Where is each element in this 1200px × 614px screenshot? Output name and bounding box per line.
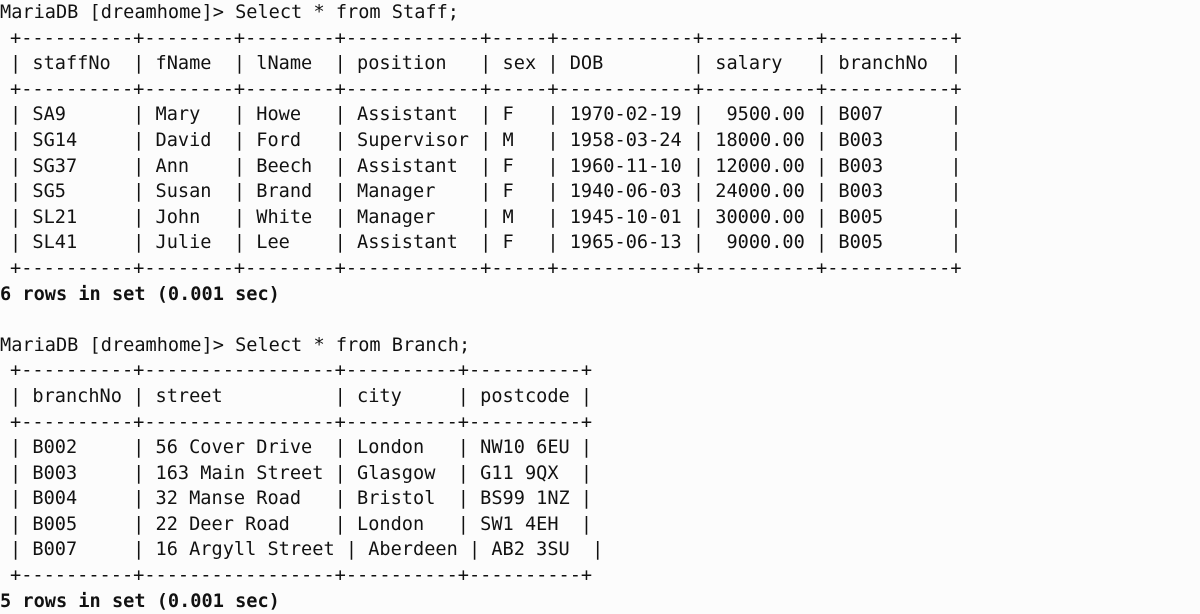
table-row: | SL41 | Julie | Lee | Assistant | F | 1… [10,232,962,254]
table-row: | SG5 | Susan | Brand | Manager | F | 19… [10,181,962,203]
table-header-row: | staffNo | fName | lName | position | s… [10,53,962,75]
command-prompt-line[interactable]: MariaDB [dreamhome]> Select * from Branc… [0,333,1200,359]
table-row: | B003 | 163 Main Street | Glasgow | G11… [10,462,593,484]
table-border-bottom: +----------+-----------------+----------… [10,565,593,587]
command-prompt-line[interactable]: MariaDB [dreamhome]> Select * from Staff… [0,0,1200,26]
terminal-window[interactable]: MariaDB [dreamhome]> Select * from Staff… [0,0,1200,612]
table-row: | SL21 | John | White | Manager | M | 19… [10,206,962,228]
table-border-header: +----------+--------+--------+----------… [10,78,962,100]
query-block: MariaDB [dreamhome]> Select * from Staff… [0,0,1200,333]
terminal-output: MariaDB [dreamhome]> Select * from Staff… [0,0,1200,614]
table-row: | SA9 | Mary | Howe | Assistant | F | 19… [10,104,962,126]
table-row: | B004 | 32 Manse Road | Bristol | BS99 … [10,488,593,510]
table-row: | B007 | 16 Argyll Street | Aberdeen | A… [10,539,604,561]
table-row: | B002 | 56 Cover Drive | London | NW10 … [10,437,593,459]
table-row: | SG14 | David | Ford | Supervisor | M |… [10,129,962,151]
query-block: MariaDB [dreamhome]> Select * from Branc… [0,333,1200,614]
table-border-header: +----------+-----------------+----------… [10,411,593,433]
table-border-top: +----------+-----------------+----------… [10,360,593,382]
table-border-bottom: +----------+--------+--------+----------… [10,257,962,279]
table-header-row: | branchNo | street | city | postcode | [10,385,593,407]
table-border-top: +----------+--------+--------+----------… [10,27,962,49]
table-row: | SG37 | Ann | Beech | Assistant | F | 1… [10,155,962,177]
result-status-line: 5 rows in set (0.001 sec) [0,590,280,612]
result-status-line: 6 rows in set (0.001 sec) [0,283,280,305]
table-row: | B005 | 22 Deer Road | London | SW1 4EH… [10,513,593,535]
